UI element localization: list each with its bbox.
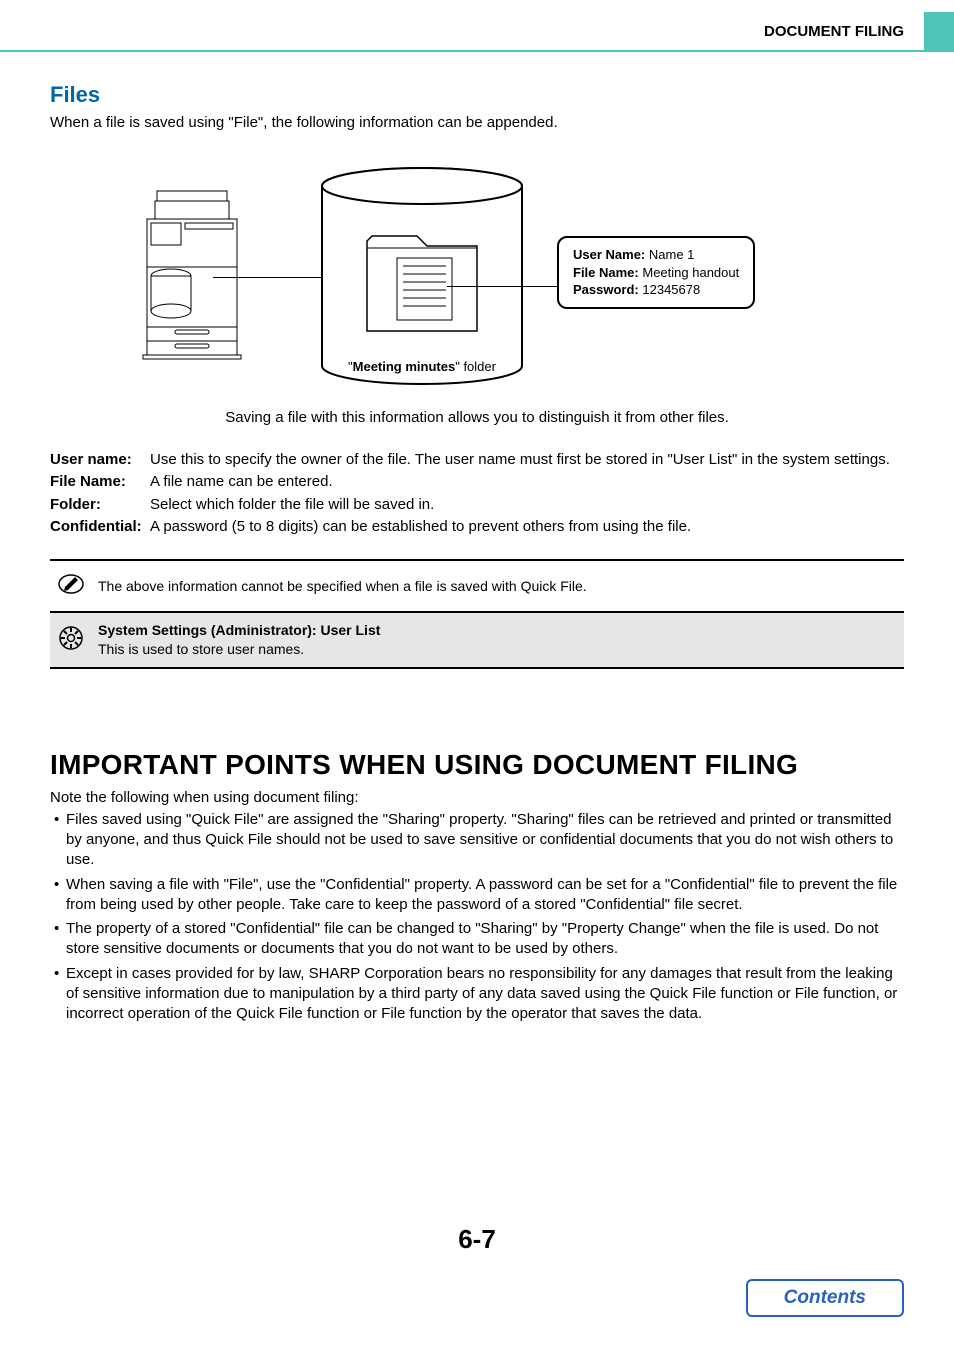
page-number: 6-7 [50,1224,904,1255]
callout-username-label: User Name: [573,247,645,262]
settings-title: System Settings (Administrator): User Li… [98,621,380,640]
callout-username-value: Name 1 [649,247,695,262]
contents-button[interactable]: Contents [746,1279,904,1317]
note-box: The above information cannot be specifie… [50,561,904,613]
folder-label: "Meeting minutes" folder [342,359,502,374]
settings-text: System Settings (Administrator): User Li… [98,621,380,659]
definition-term: User name: [50,450,150,470]
callout-filename-value: Meeting handout [642,265,739,280]
callout-password-value: 12345678 [642,282,700,297]
bullet-item: Files saved using "Quick File" are assig… [50,810,904,871]
gear-icon [56,625,86,655]
printer-illustration [137,181,247,361]
important-heading: IMPORTANT POINTS WHEN USING DOCUMENT FIL… [50,749,904,781]
storage-cylinder-illustration [307,166,537,386]
definition-term: Folder: [50,495,150,515]
header-title: DOCUMENT FILING [764,23,916,40]
files-intro: When a file is saved using "File", the f… [50,114,904,131]
definition-row: User name: Use this to specify the owner… [50,450,904,470]
definition-row: Confidential: A password (5 to 8 digits)… [50,517,904,537]
important-bullets: Files saved using "Quick File" are assig… [50,810,904,1025]
diagram: User Name: Name 1 File Name: Meeting han… [117,161,837,391]
bullet-item: Except in cases provided for by law, SHA… [50,964,904,1025]
important-intro: Note the following when using document f… [50,789,904,806]
files-heading: Files [50,82,904,108]
pencil-note-icon [56,571,86,601]
definition-term: File Name: [50,472,150,492]
definition-desc: Use this to specify the owner of the fil… [150,450,904,470]
settings-body: This is used to store user names. [98,640,380,659]
note-text: The above information cannot be specifie… [98,578,904,594]
definition-term: Confidential: [50,517,150,537]
header-bar: DOCUMENT FILING [0,0,954,50]
definition-desc: Select which folder the file will be sav… [150,495,904,515]
definitions-table: User name: Use this to specify the owner… [50,450,904,537]
header-accent-block [924,12,954,50]
definition-desc: A password (5 to 8 digits) can be establ… [150,517,904,537]
definition-row: File Name: A file name can be entered. [50,472,904,492]
diagram-caption: Saving a file with this information allo… [50,409,904,426]
callout-filename-label: File Name: [573,265,639,280]
bullet-item: When saving a file with "File", use the … [50,875,904,916]
file-info-callout: User Name: Name 1 File Name: Meeting han… [557,236,755,309]
callout-password-label: Password: [573,282,639,297]
definition-row: Folder: Select which folder the file wil… [50,495,904,515]
bullet-item: The property of a stored "Confidential" … [50,919,904,960]
settings-box: System Settings (Administrator): User Li… [50,613,904,669]
definition-desc: A file name can be entered. [150,472,904,492]
connector-line-2 [447,286,557,287]
